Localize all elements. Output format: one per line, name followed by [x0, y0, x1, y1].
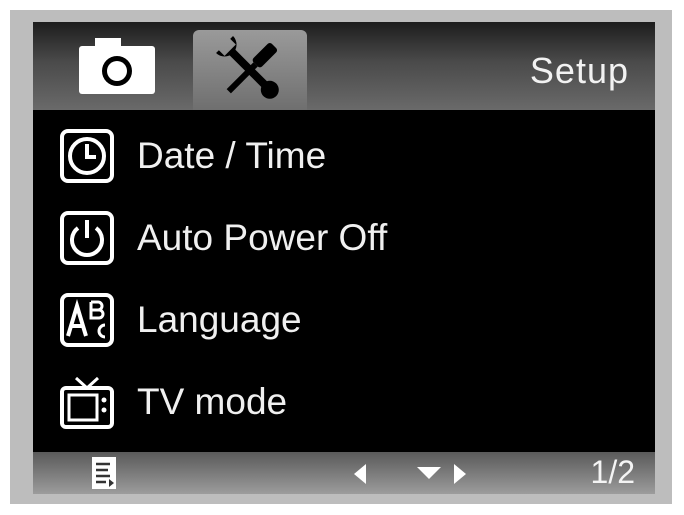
- left-arrow-icon[interactable]: [351, 462, 369, 486]
- clock-icon: [60, 129, 114, 183]
- menu-item-language[interactable]: Language: [59, 288, 619, 352]
- setup-menu: Date / Time Auto Power Off Language TV m…: [33, 110, 655, 429]
- menu-item-label: Date / Time: [137, 135, 327, 176]
- page-indicator: 1/2: [590, 454, 635, 490]
- menu-item-label: Auto Power Off: [137, 217, 388, 258]
- menu-list-icon[interactable]: [91, 456, 117, 490]
- top-bar: Setup: [33, 22, 655, 110]
- language-icon: [60, 293, 114, 347]
- tab-setup[interactable]: [193, 30, 307, 110]
- menu-item-label: Language: [137, 299, 302, 340]
- power-icon: [60, 211, 114, 265]
- tab-camera[interactable]: [75, 38, 159, 96]
- right-arrow-icon[interactable]: [451, 462, 469, 486]
- down-arrow-icon[interactable]: [415, 465, 443, 481]
- camera-screen: Setup Date / Time Auto Power Off Languag…: [33, 22, 655, 494]
- device-frame: Setup Date / Time Auto Power Off Languag…: [10, 10, 672, 504]
- menu-item-label: TV mode: [137, 381, 288, 422]
- tv-icon: [60, 376, 114, 429]
- menu-item-tv-mode[interactable]: TV mode: [59, 370, 619, 434]
- menu-item-auto-power-off[interactable]: Auto Power Off: [59, 206, 619, 270]
- bottom-bar: 1/2: [33, 452, 655, 494]
- menu-item-date-time[interactable]: Date / Time: [59, 124, 619, 188]
- tools-icon: [216, 36, 279, 99]
- page-title: Setup: [529, 50, 629, 91]
- camera-icon: [79, 38, 155, 94]
